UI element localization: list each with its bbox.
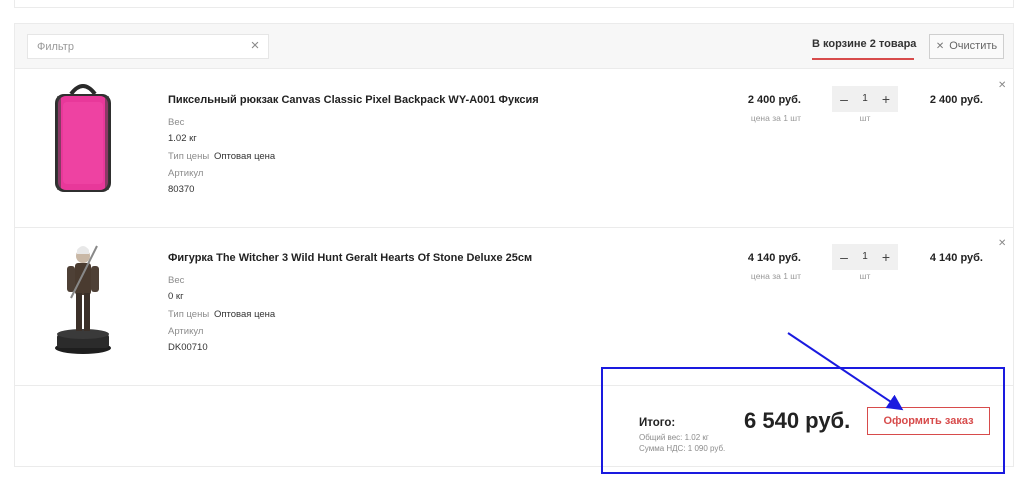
weight-label: Вес	[168, 117, 185, 128]
quantity-stepper: – 1 +	[832, 86, 898, 112]
filter-clear-icon[interactable]: ×	[248, 38, 262, 53]
weight-value: 0 кг	[168, 291, 184, 302]
sku-value: 80370	[168, 184, 195, 195]
price-type-value: Оптовая цена	[214, 151, 276, 162]
item-price: 4 140 руб.	[747, 252, 801, 264]
tab-active-underline	[812, 58, 914, 60]
item-name[interactable]: Фигурка The Witcher 3 Wild Hunt Geralt H…	[168, 252, 532, 264]
clear-cart-label: Очистить	[949, 40, 998, 52]
quantity-unit: шт	[859, 271, 871, 281]
witcher-figure-image	[55, 245, 111, 354]
sku-label: Артикул	[168, 326, 204, 337]
filter-input[interactable]	[28, 35, 243, 58]
quantity-minus-button[interactable]: –	[834, 86, 854, 112]
item-total: 2 400 руб.	[929, 94, 983, 106]
quantity-plus-button[interactable]: +	[876, 244, 896, 270]
annotation-highlight-box	[601, 367, 1005, 474]
quantity-unit: шт	[859, 113, 871, 123]
quantity-value[interactable]: 1	[852, 86, 878, 112]
price-note: цена за 1 шт	[750, 271, 801, 281]
remove-item-icon[interactable]: ✕	[998, 238, 1006, 249]
sku-label: Артикул	[168, 168, 204, 179]
quantity-stepper: – 1 +	[832, 244, 898, 270]
price-note: цена за 1 шт	[750, 113, 801, 123]
top-panel-edge	[14, 0, 1014, 8]
filter-box: ×	[27, 34, 269, 59]
price-type-value: Оптовая цена	[214, 309, 276, 320]
basket-item: Фигурка The Witcher 3 Wild Hunt Geralt H…	[15, 228, 1013, 386]
tab-in-cart[interactable]: В корзине 2 товара	[812, 38, 916, 50]
sku-value: DK00710	[168, 342, 208, 353]
item-price: 2 400 руб.	[747, 94, 801, 106]
item-name[interactable]: Пиксельный рюкзак Canvas Classic Pixel B…	[168, 94, 539, 106]
weight-value: 1.02 кг	[168, 133, 197, 144]
quantity-value[interactable]: 1	[852, 244, 878, 270]
price-type-label: Тип цены	[168, 151, 210, 162]
basket-header: × В корзине 2 товара ✕ Очистить	[15, 24, 1013, 69]
clear-cart-button[interactable]: ✕ Очистить	[929, 34, 1004, 59]
item-total: 4 140 руб.	[929, 252, 983, 264]
quantity-minus-button[interactable]: –	[834, 244, 854, 270]
backpack-image	[55, 84, 111, 192]
remove-item-icon[interactable]: ✕	[998, 80, 1006, 91]
close-icon: ✕	[935, 41, 945, 52]
quantity-plus-button[interactable]: +	[876, 86, 896, 112]
price-type-label: Тип цены	[168, 309, 210, 320]
weight-label: Вес	[168, 275, 185, 286]
basket-item: Пиксельный рюкзак Canvas Classic Pixel B…	[15, 70, 1013, 228]
